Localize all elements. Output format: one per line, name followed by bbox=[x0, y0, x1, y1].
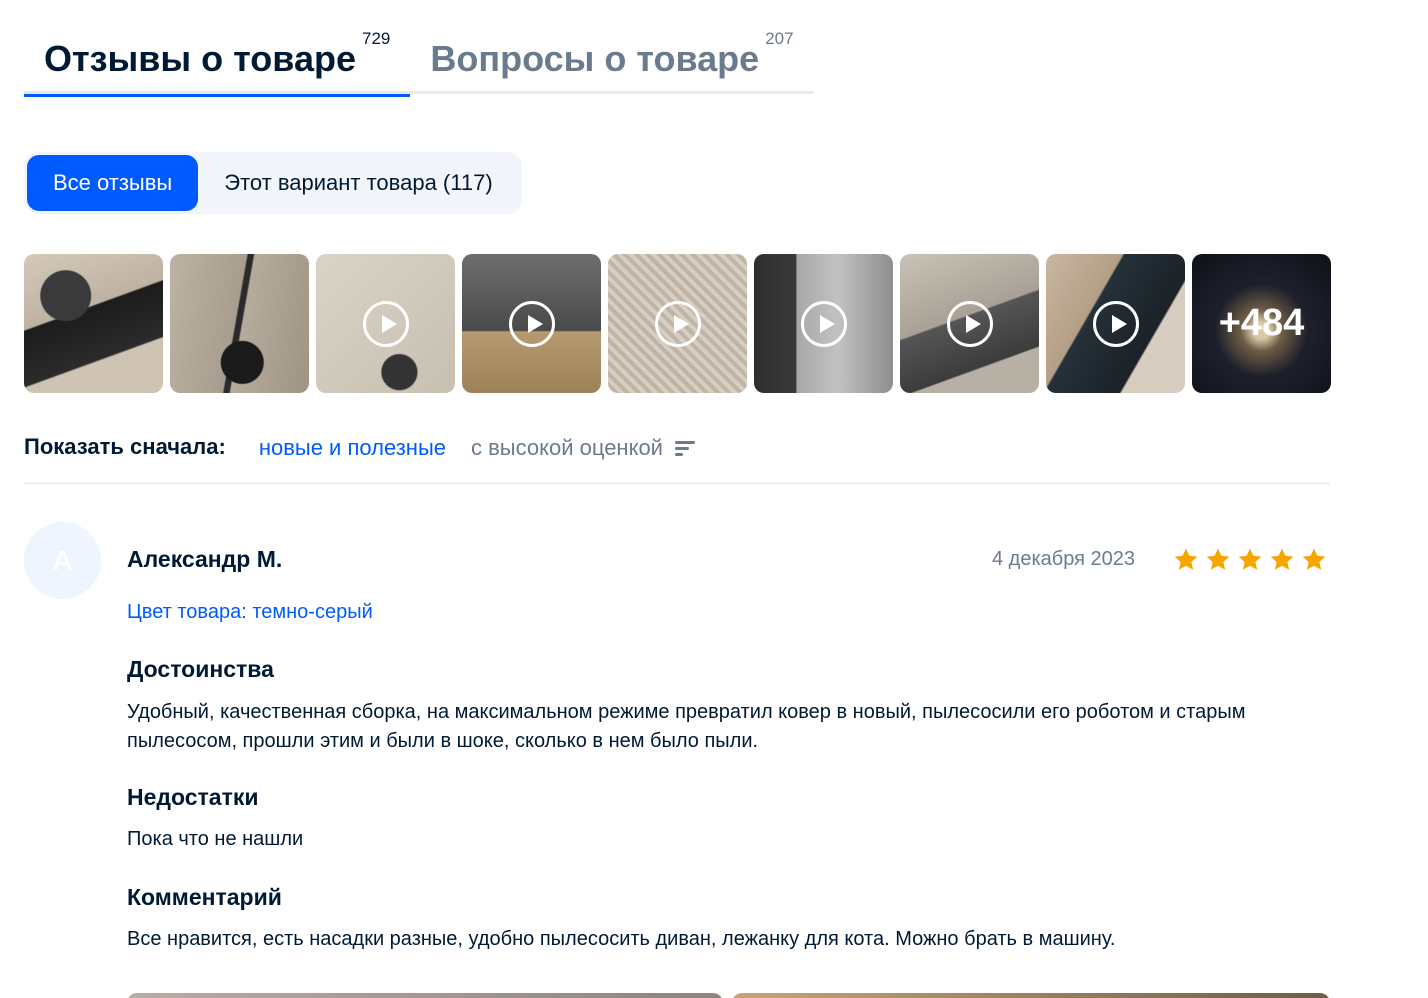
media-gallery: +484 bbox=[24, 254, 1331, 393]
media-more[interactable]: +484 bbox=[1192, 254, 1331, 393]
play-icon bbox=[800, 300, 847, 347]
review-filter: Все отзывы Этот вариант товара (117) bbox=[24, 152, 522, 214]
star-icon bbox=[1206, 548, 1230, 570]
sort-icon[interactable] bbox=[674, 441, 695, 457]
play-icon bbox=[654, 300, 701, 347]
product-variant-link[interactable]: Цвет товара: темно-серый bbox=[127, 601, 373, 624]
tab-reviews-count: 729 bbox=[361, 29, 391, 48]
media-video-2[interactable] bbox=[462, 254, 601, 393]
cons-heading: Недостатки bbox=[127, 784, 259, 810]
review-author[interactable]: Александр М. bbox=[127, 546, 282, 573]
play-icon bbox=[1092, 300, 1139, 347]
cons-text: Пока что не нашли bbox=[127, 828, 304, 850]
pros-heading: Достоинства bbox=[127, 656, 274, 682]
sort-option-new-useful[interactable]: новые и полезные bbox=[259, 435, 446, 461]
comment-text: Все нравится, есть насадки разные, удобн… bbox=[127, 928, 1116, 950]
sort-bar: Показать сначала: новые и полезные с выс… bbox=[24, 432, 1330, 484]
star-icon bbox=[1270, 548, 1294, 570]
tab-reviews-label: Отзывы о товаре bbox=[44, 38, 356, 79]
review-photo-2[interactable] bbox=[732, 993, 1330, 998]
media-video-6[interactable] bbox=[1046, 254, 1185, 393]
sort-option-high-rating[interactable]: с высокой оценкой bbox=[471, 435, 663, 461]
media-video-3[interactable] bbox=[608, 254, 747, 393]
tab-questions-label: Вопросы о товаре bbox=[430, 38, 760, 79]
all-reviews-button[interactable]: Все отзывы bbox=[27, 155, 199, 211]
play-icon bbox=[362, 300, 409, 347]
review-date: 4 декабря 2023 bbox=[992, 548, 1136, 570]
play-icon bbox=[946, 300, 993, 347]
review-tabs: Отзывы о товаре 729 Вопросы о товаре 207 bbox=[24, 29, 814, 97]
media-photo-1[interactable] bbox=[24, 254, 163, 393]
avatar[interactable]: А bbox=[24, 522, 101, 599]
media-photo-2[interactable] bbox=[170, 254, 309, 393]
sort-label: Показать сначала: bbox=[24, 434, 226, 459]
media-video-4[interactable] bbox=[754, 254, 893, 393]
this-variant-button[interactable]: Этот вариант товара (117) bbox=[198, 155, 518, 211]
media-more-count: +484 bbox=[1218, 302, 1305, 344]
star-icon bbox=[1238, 548, 1262, 570]
review-photo-1[interactable] bbox=[127, 993, 723, 998]
tab-questions[interactable]: Вопросы о товаре 207 bbox=[410, 29, 813, 94]
tab-reviews[interactable]: Отзывы о товаре 729 bbox=[24, 29, 411, 97]
pros-text: Удобный, качественная сборка, на максима… bbox=[127, 701, 1246, 752]
comment-heading: Комментарий bbox=[127, 884, 282, 910]
rating-stars bbox=[1172, 546, 1328, 574]
star-icon bbox=[1174, 548, 1198, 570]
media-video-5[interactable] bbox=[900, 254, 1039, 393]
star-icon bbox=[1302, 548, 1326, 570]
media-video-1[interactable] bbox=[316, 254, 455, 393]
tab-questions-count: 207 bbox=[765, 29, 794, 48]
play-icon bbox=[508, 300, 555, 347]
